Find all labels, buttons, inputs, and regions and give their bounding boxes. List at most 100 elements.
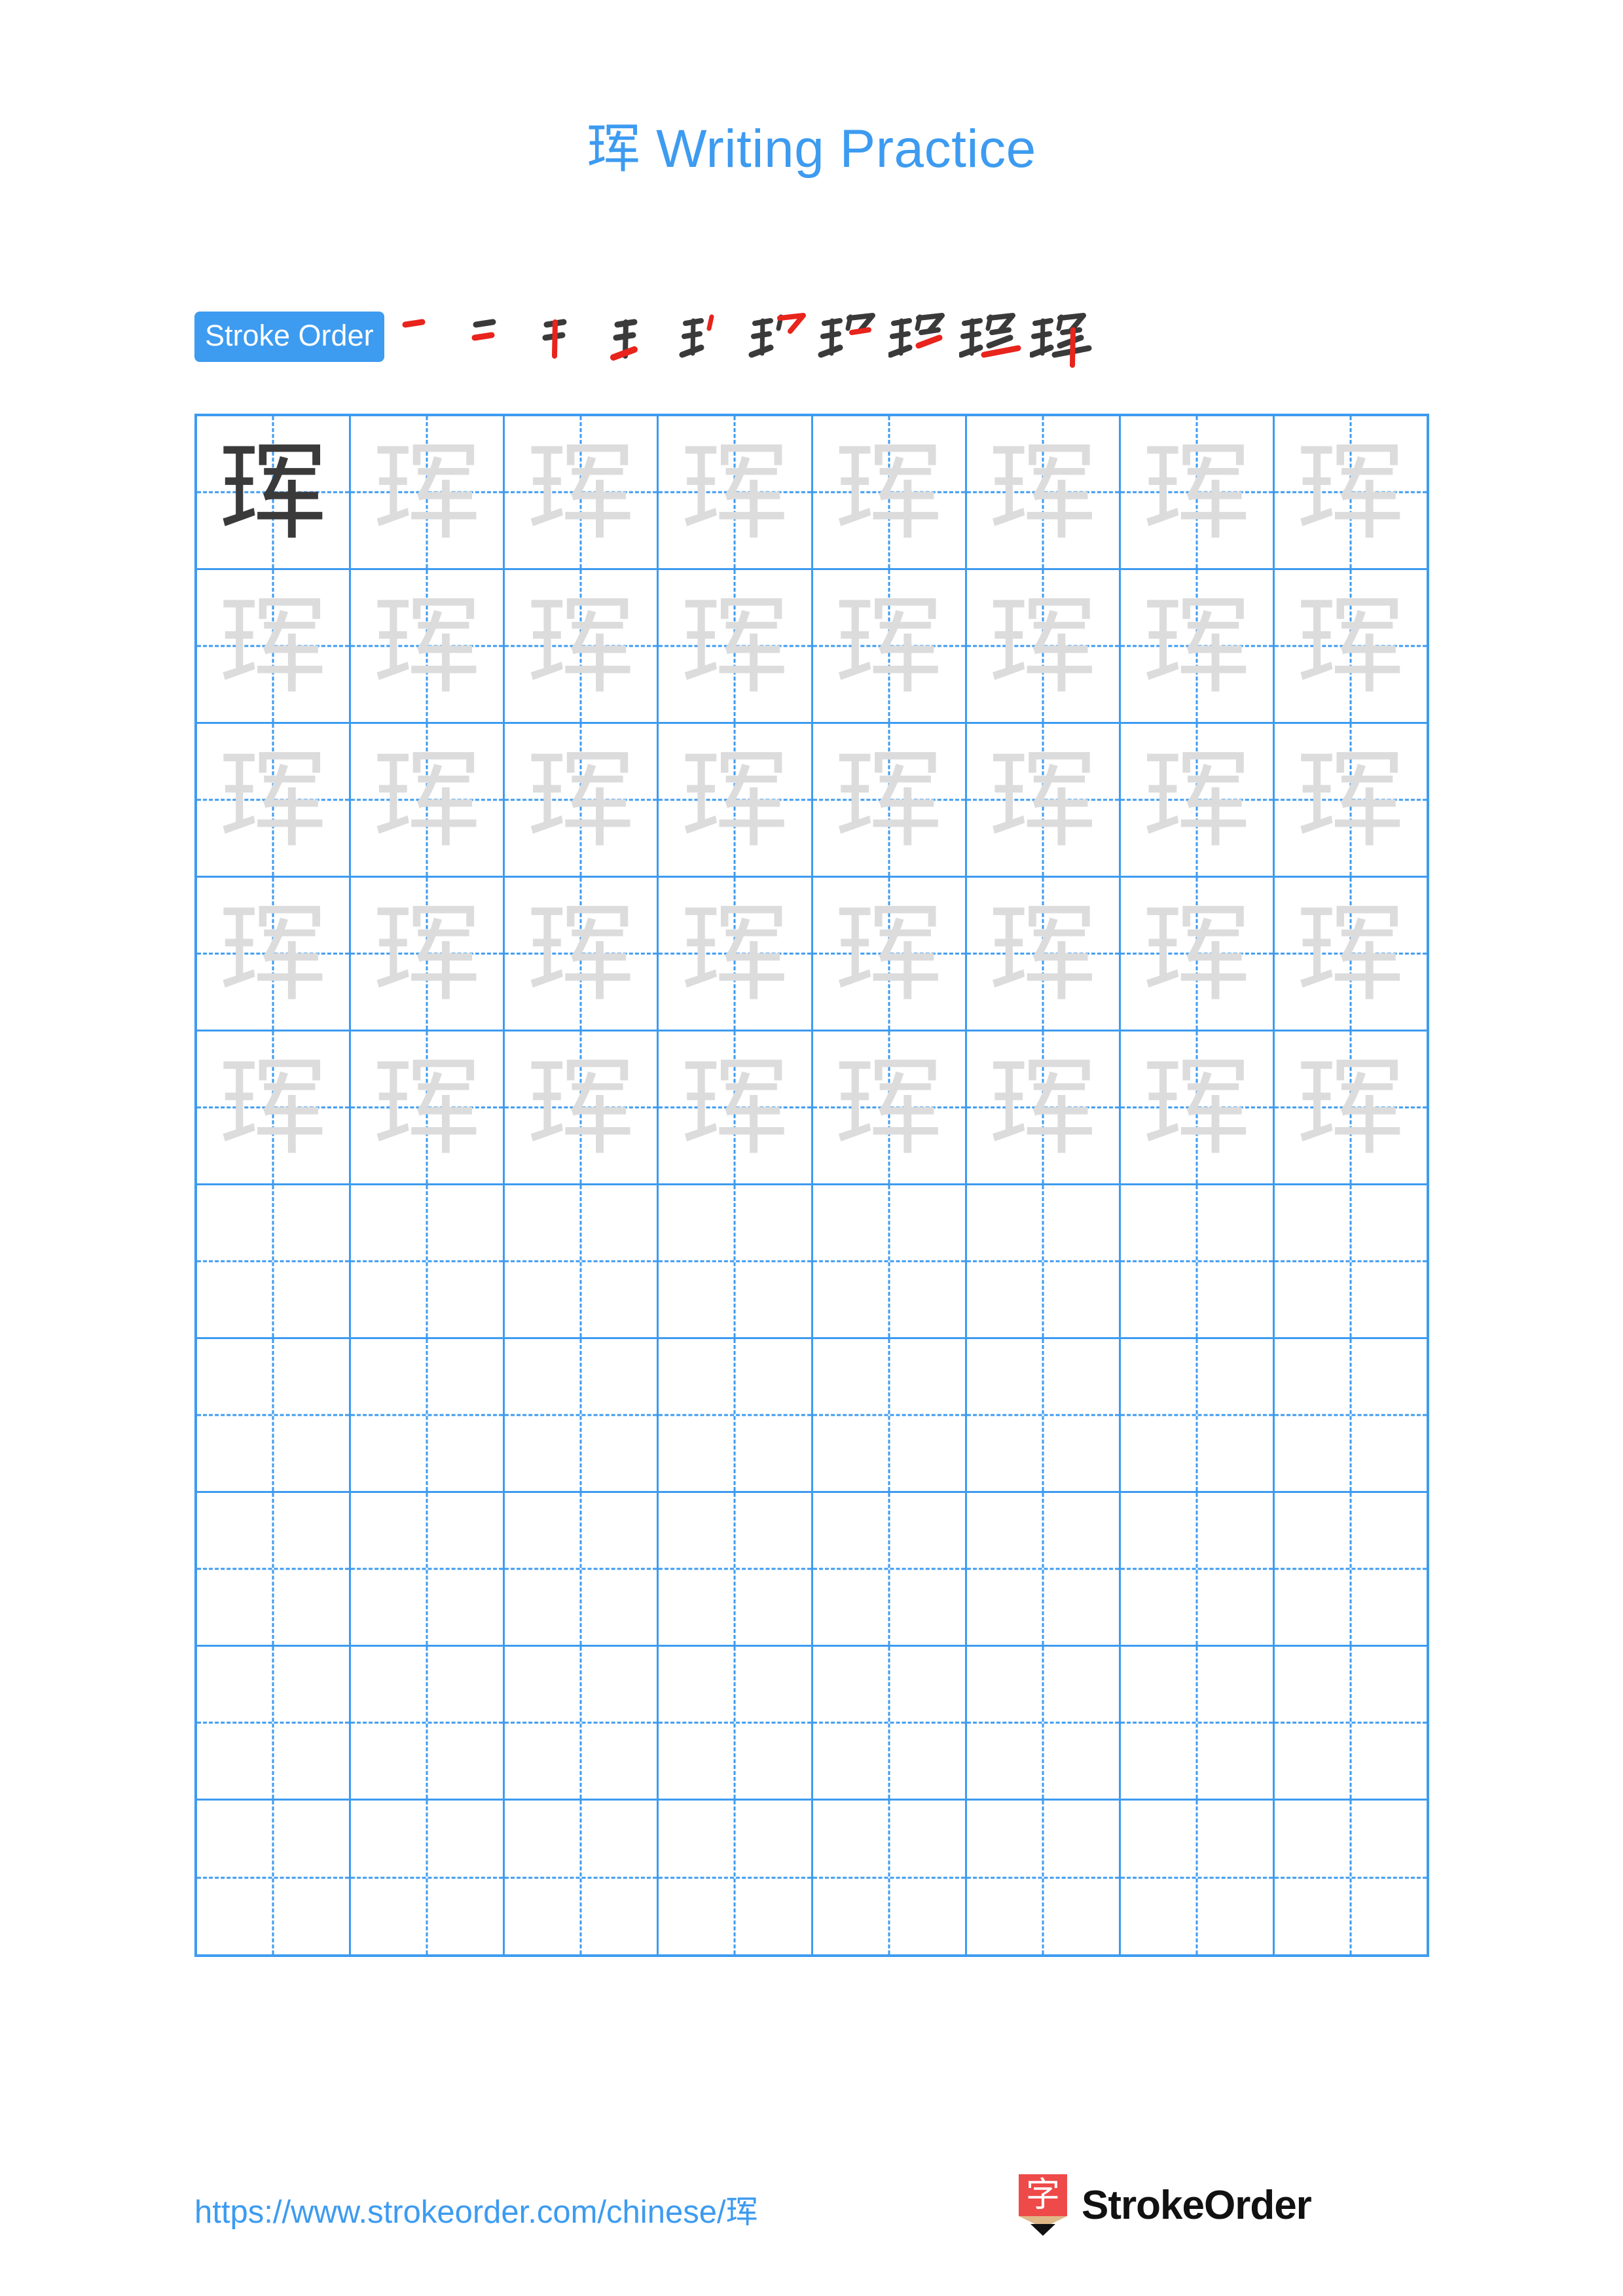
cell-vertical-guide [1195,1185,1198,1337]
practice-grid-cell[interactable]: 珲 [351,878,505,1030]
practice-grid-cell[interactable] [966,1801,1121,1954]
practice-grid-cell[interactable]: 珲 [1274,878,1427,1030]
cell-horizontal-guide [351,1721,503,1724]
practice-grid-cell[interactable] [505,1185,659,1337]
practice-grid-cell[interactable] [351,1801,505,1954]
practice-grid-cell[interactable]: 珲 [505,570,659,722]
practice-grid-cell[interactable]: 珲 [1274,570,1427,722]
practice-grid-cell[interactable]: 珲 [1274,724,1427,876]
practice-grid-cell[interactable] [1274,1185,1427,1337]
practice-grid-cell[interactable] [812,1647,967,1799]
cell-vertical-guide [1349,1339,1352,1491]
cell-vertical-guide [888,1493,890,1645]
practice-grid-cell[interactable]: 珲 [812,416,967,568]
practice-grid-cell[interactable] [812,1493,967,1645]
practice-grid-cell[interactable]: 珲 [351,570,505,722]
practice-grid-cell[interactable] [966,1185,1121,1337]
practice-grid-cell[interactable] [1274,1339,1427,1491]
practice-grid-cell[interactable]: 珲 [197,570,352,722]
practice-grid-cell[interactable] [966,1339,1121,1491]
practice-grid-cell[interactable]: 珲 [966,878,1121,1030]
trace-character: 珲 [989,736,1097,863]
practice-grid-cell[interactable] [505,1647,659,1799]
practice-grid-cell[interactable]: 珲 [1120,416,1275,568]
trace-character: 珲 [373,890,481,1016]
practice-grid-cell[interactable] [659,1339,813,1491]
practice-grid-cell[interactable] [812,1339,967,1491]
practice-grid-cell[interactable]: 珲 [197,1031,352,1183]
practice-grid-cell[interactable] [812,1801,967,1954]
cell-horizontal-guide [966,1568,1119,1570]
practice-grid-cell[interactable] [966,1647,1121,1799]
practice-grid-cell[interactable] [1120,1801,1275,1954]
practice-grid-cell[interactable]: 珲 [1120,1031,1275,1183]
practice-grid-cell[interactable]: 珲 [505,1031,659,1183]
practice-grid-cell[interactable]: 珲 [966,416,1121,568]
practice-grid-cell[interactable] [351,1493,505,1645]
practice-grid-cell[interactable] [197,1493,352,1645]
practice-grid-cell[interactable] [505,1339,659,1491]
practice-grid-cell[interactable] [812,1185,967,1337]
practice-grid-cell[interactable] [197,1185,352,1337]
practice-grid-cell[interactable]: 珲 [812,724,967,876]
practice-grid-cell[interactable]: 珲 [966,1031,1121,1183]
practice-grid-cell[interactable]: 珲 [505,724,659,876]
practice-grid-cell[interactable] [659,1647,813,1799]
practice-grid-cell[interactable] [1120,1339,1275,1491]
cell-horizontal-guide [1120,1568,1273,1570]
practice-grid-cell[interactable]: 珲 [812,570,967,722]
trace-character: 珲 [680,583,789,709]
cell-horizontal-guide [505,1260,657,1263]
practice-grid-cell[interactable] [505,1493,659,1645]
practice-grid-cell[interactable]: 珲 [505,878,659,1030]
practice-grid-cell[interactable]: 珲 [659,1031,813,1183]
practice-grid-cell[interactable]: 珲 [659,570,813,722]
cell-vertical-guide [426,1185,428,1337]
practice-grid-cell[interactable]: 珲 [505,416,659,568]
practice-grid-cell[interactable]: 珲 [1120,724,1275,876]
trace-character: 珲 [680,429,789,555]
practice-grid-cell[interactable]: 珲 [351,724,505,876]
practice-grid-cell[interactable] [659,1185,813,1337]
practice-grid-cell[interactable]: 珲 [1120,570,1275,722]
practice-grid-cell[interactable] [351,1339,505,1491]
practice-grid-cell[interactable] [1274,1493,1427,1645]
practice-grid-cell[interactable] [505,1801,659,1954]
stroke-order-section: Stroke Order [194,302,1101,370]
practice-grid-cell[interactable]: 珲 [659,724,813,876]
practice-grid-cell[interactable]: 珲 [197,724,352,876]
practice-grid-cell[interactable]: 珲 [1120,878,1275,1030]
practice-grid-cell[interactable] [1274,1647,1427,1799]
practice-grid-cell[interactable] [1120,1185,1275,1337]
practice-grid-cell[interactable] [966,1493,1121,1645]
practice-grid-cell[interactable]: 珲 [659,878,813,1030]
cell-vertical-guide [1349,1801,1352,1954]
practice-grid-cell[interactable]: 珲 [812,878,967,1030]
practice-grid-cell[interactable] [659,1493,813,1645]
practice-grid-cell[interactable]: 珲 [812,1031,967,1183]
cell-vertical-guide [272,1647,274,1799]
practice-grid-cell[interactable] [197,1647,352,1799]
practice-grid-cell[interactable] [197,1801,352,1954]
practice-grid-cell[interactable] [351,1647,505,1799]
practice-grid-cell[interactable] [1120,1647,1275,1799]
practice-grid-cell[interactable]: 珲 [197,416,352,568]
practice-grid-cell[interactable]: 珲 [197,878,352,1030]
practice-grid-cell[interactable]: 珲 [1274,416,1427,568]
practice-grid-cell[interactable]: 珲 [966,570,1121,722]
cell-horizontal-guide [505,1414,657,1416]
cell-horizontal-guide [966,1260,1119,1263]
practice-grid-cell[interactable]: 珲 [966,724,1121,876]
footer-url[interactable]: https://www.strokeorder.com/chinese/珲 [194,2186,758,2233]
trace-character: 珲 [219,583,327,709]
cell-vertical-guide [1042,1493,1044,1645]
practice-grid-cell[interactable] [1120,1493,1275,1645]
practice-grid-cell[interactable]: 珲 [351,1031,505,1183]
practice-grid-cell[interactable]: 珲 [351,416,505,568]
practice-grid-cell[interactable] [197,1339,352,1491]
practice-grid-cell[interactable]: 珲 [1274,1031,1427,1183]
practice-grid-cell[interactable]: 珲 [659,416,813,568]
practice-grid-cell[interactable] [351,1185,505,1337]
practice-grid-cell[interactable] [659,1801,813,1954]
practice-grid-cell[interactable] [1274,1801,1427,1954]
